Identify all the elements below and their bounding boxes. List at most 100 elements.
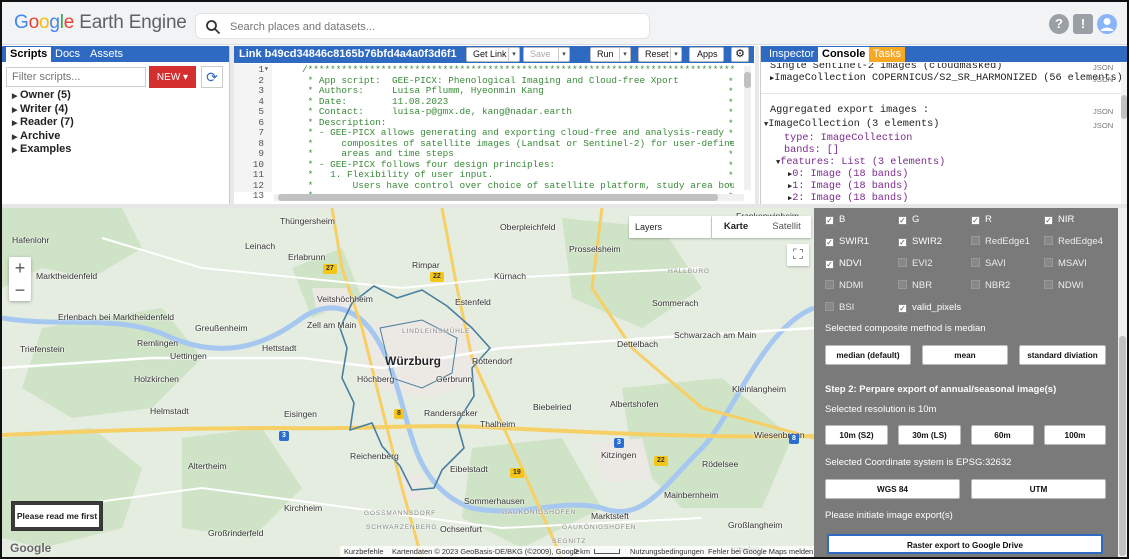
tab-assets[interactable]: Assets (86, 47, 127, 62)
band-checkbox-nir[interactable]: ✓ NIR (1044, 214, 1074, 226)
console-tree-line[interactable]: ▼features: List (3 elements) (776, 157, 945, 169)
unchecked-box-icon[interactable] (825, 280, 834, 289)
tree-node-writer[interactable]: ▶ Writer (4) (12, 103, 74, 117)
caret-down-icon[interactable]: ▾ (619, 48, 630, 61)
band-checkbox-savi[interactable]: SAVI (971, 258, 1006, 270)
fold-arrow-icon[interactable]: ▾ (264, 65, 269, 75)
band-checkbox-valid-pixels[interactable]: ✓ valid_pixels (898, 302, 961, 314)
mean-button[interactable]: mean (922, 345, 1008, 365)
layers-button[interactable]: Layers (629, 216, 711, 238)
code-area[interactable]: 1 2 3 4 5 6 7 8 9 10 11 12 13 ▾ /********************… (234, 64, 754, 204)
checked-box-icon[interactable]: ✓ (1044, 216, 1053, 225)
checked-box-icon[interactable]: ✓ (825, 238, 834, 247)
account-avatar-icon[interactable] (1097, 14, 1117, 34)
tab-docs[interactable]: Docs (51, 47, 84, 62)
unchecked-box-icon[interactable] (1044, 236, 1053, 245)
unchecked-box-icon[interactable] (898, 258, 907, 267)
raster-export-button[interactable]: Raster export to Google Drive (827, 534, 1103, 554)
checked-box-icon[interactable]: ✓ (898, 238, 907, 247)
console-scrollbar[interactable] (1121, 63, 1127, 204)
search-input[interactable] (230, 17, 640, 36)
scroll-thumb[interactable] (278, 194, 718, 201)
band-checkbox-ndwi[interactable]: NDWI (1044, 280, 1083, 292)
run-button[interactable]: Run ▾ (590, 47, 631, 62)
maptype-karte[interactable]: Karte (712, 216, 760, 238)
earth-engine-logo[interactable]: Google Earth Engine (14, 12, 187, 34)
json-link[interactable]: JSON (1093, 63, 1113, 72)
band-checkbox-msavi[interactable]: MSAVI (1044, 258, 1087, 270)
widget-scrollbar[interactable] (1118, 208, 1127, 557)
wgs84-button[interactable]: WGS 84 (825, 479, 960, 499)
band-checkbox-rededge1[interactable]: RedEdge1 (971, 236, 1030, 248)
tab-console[interactable]: Console (818, 47, 870, 62)
settings-gear-icon[interactable]: ⚙ (731, 47, 749, 62)
res-10m-button[interactable]: 10m (S2) (825, 425, 888, 445)
band-checkbox-bsi[interactable]: BSI (825, 302, 854, 314)
filter-scripts-input[interactable] (6, 67, 146, 87)
tab-scripts[interactable]: Scripts (6, 47, 52, 62)
checked-box-icon[interactable]: ✓ (825, 216, 834, 225)
json-link[interactable]: JSON (1093, 121, 1113, 130)
band-checkbox-r[interactable]: ✓ R (971, 214, 992, 226)
reset-button[interactable]: Reset ▾ (638, 47, 682, 62)
band-checkbox-swir1[interactable]: ✓ SWIR1 (825, 236, 869, 248)
scroll-thumb[interactable] (744, 72, 751, 88)
unchecked-box-icon[interactable] (971, 258, 980, 267)
tree-node-archive[interactable]: ▶ Archive (12, 130, 74, 144)
map-view[interactable]: Thüngersheim Hafenlohr Leinach Erlabrunn Obe… (2, 208, 814, 559)
checked-box-icon[interactable]: ✓ (825, 260, 834, 269)
report-error-link[interactable]: Fehler bei Google Maps melden (708, 546, 813, 557)
res-60m-button[interactable]: 60m (971, 425, 1034, 445)
unchecked-box-icon[interactable] (825, 302, 834, 311)
tree-node-owner[interactable]: ▶ Owner (5) (12, 89, 74, 103)
console-tree-line[interactable]: ▶0: Image (18 bands) (788, 169, 908, 181)
unchecked-box-icon[interactable] (898, 280, 907, 289)
band-checkbox-ndvi[interactable]: ✓ NDVI (825, 258, 862, 270)
band-checkbox-rededge4[interactable]: RedEdge4 (1044, 236, 1103, 248)
median-button[interactable]: median (default) (825, 345, 911, 365)
terms-link[interactable]: Nutzungsbedingungen (630, 546, 704, 557)
console-tree-line[interactable]: ▶ImageCollection COPERNICUS/S2_SR_HARMON… (770, 73, 1121, 85)
band-checkbox-ndmi[interactable]: NDMI (825, 280, 863, 292)
map-canvas[interactable] (2, 208, 814, 559)
new-script-button[interactable]: NEW ▾ (149, 66, 196, 88)
feedback-icon[interactable]: ! (1073, 14, 1093, 34)
tree-node-reader[interactable]: ▶ Reader (7) (12, 116, 74, 130)
utm-button[interactable]: UTM (971, 479, 1106, 499)
maptype-satellit[interactable]: Satellit (762, 216, 811, 238)
standard-deviation-button[interactable]: standard diviation (1019, 345, 1106, 365)
scroll-thumb[interactable] (1121, 95, 1127, 119)
splitter-right[interactable] (755, 46, 759, 204)
res-30m-button[interactable]: 30m (LS) (898, 425, 961, 445)
unchecked-box-icon[interactable] (1044, 258, 1053, 267)
code-horizontal-scrollbar[interactable] (274, 194, 744, 201)
zoom-in-icon[interactable]: + (9, 257, 31, 279)
keyboard-shortcuts-link[interactable]: Kurzbefehle (344, 546, 383, 557)
console-tree-line[interactable]: ▶2: Image (18 bands) (788, 193, 908, 204)
get-link-button[interactable]: Get Link ▾ (466, 47, 520, 62)
help-icon[interactable]: ? (1049, 14, 1069, 34)
band-checkbox-b[interactable]: ✓ B (825, 214, 845, 226)
console-tree-line[interactable]: ▶1: Image (18 bands) (788, 181, 908, 193)
console-tree-line[interactable]: ▼ImageCollection (3 elements) (764, 119, 939, 131)
unchecked-box-icon[interactable] (971, 280, 980, 289)
unchecked-box-icon[interactable] (1044, 280, 1053, 289)
code-vertical-scrollbar[interactable] (744, 66, 751, 190)
checked-box-icon[interactable]: ✓ (971, 216, 980, 225)
tab-tasks[interactable]: Tasks (869, 47, 906, 62)
apps-button[interactable]: Apps (689, 47, 724, 62)
tree-node-examples[interactable]: ▶ Examples (12, 143, 74, 157)
band-checkbox-evi2[interactable]: EVI2 (898, 258, 933, 270)
tab-inspector[interactable]: Inspector (765, 47, 818, 62)
band-checkbox-nbr2[interactable]: NBR2 (971, 280, 1010, 292)
caret-down-icon[interactable]: ▾ (670, 48, 681, 61)
fullscreen-icon[interactable]: ⛶ (787, 244, 809, 266)
zoom-out-icon[interactable]: − (9, 279, 31, 301)
json-link[interactable]: JSON (1093, 75, 1113, 84)
caret-down-icon[interactable]: ▾ (508, 48, 519, 61)
save-button[interactable]: Save ▾ (523, 47, 570, 62)
checked-box-icon[interactable]: ✓ (898, 216, 907, 225)
checked-box-icon[interactable]: ✓ (898, 304, 907, 313)
search-box[interactable] (195, 13, 650, 39)
refresh-icon[interactable]: ⟳ (201, 66, 223, 88)
